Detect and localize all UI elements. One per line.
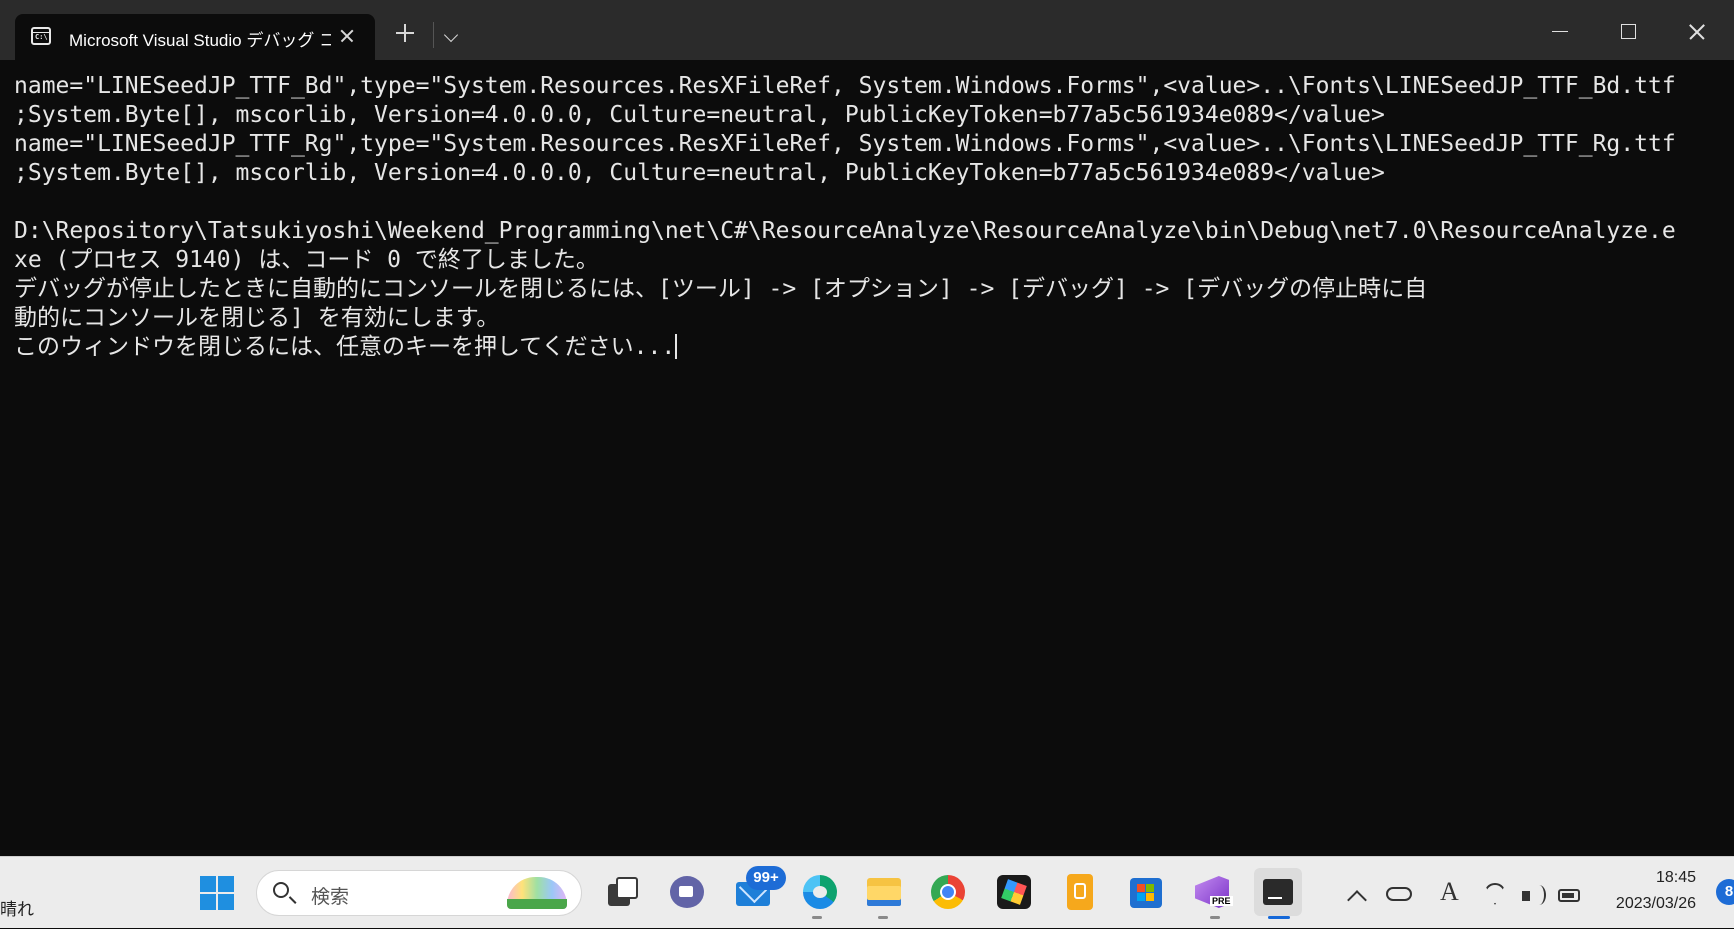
explorer-running-indicator	[878, 916, 888, 919]
tab-close-icon[interactable]	[335, 24, 359, 48]
search-highlight-icon	[507, 877, 567, 909]
search-placeholder: 検索	[311, 887, 350, 908]
search-input[interactable]: 検索	[256, 870, 582, 916]
paint-app-icon[interactable]	[990, 868, 1038, 916]
bookmark-app-icon[interactable]	[1056, 868, 1104, 916]
start-button[interactable]	[192, 868, 240, 916]
text-cursor	[675, 334, 678, 359]
console-output[interactable]: name="LINESeedJP_TTF_Bd",type="System.Re…	[0, 60, 1734, 856]
console-line: name="LINESeedJP_TTF_Rg",type="System.Re…	[14, 131, 1676, 157]
visual-studio-preview-icon[interactable]	[1188, 868, 1236, 916]
clock-date[interactable]: 2023/03/26	[1594, 895, 1696, 913]
terminal-tab[interactable]: C:\ Microsoft Visual Studio デバッグ コンソール	[15, 14, 375, 60]
weather-widget[interactable]: 晴れ	[0, 895, 34, 920]
console-line: デバッグが停止したときに自動的にコンソールを閉じるには、[ツール] -> [オプ…	[14, 276, 1428, 302]
title-bar: C:\ Microsoft Visual Studio デバッグ コンソール	[0, 0, 1734, 60]
edge-running-indicator	[812, 916, 822, 919]
console-line: ;System.Byte[], mscorlib, Version=4.0.0.…	[14, 160, 1385, 186]
console-line: name="LINESeedJP_TTF_Bd",type="System.Re…	[14, 73, 1676, 99]
windows-terminal-icon[interactable]	[1254, 868, 1302, 916]
ime-indicator[interactable]: A	[1440, 877, 1459, 907]
console-line: 動的にコンソールを閉じる] を有効にします。	[14, 305, 500, 331]
console-line: xe (プロセス 9140) は、コード 0 で終了しました。	[14, 247, 599, 273]
taskbar: 晴れ 検索 A 18:45 2023/03/26 8	[0, 856, 1734, 928]
edge-icon[interactable]	[796, 868, 844, 916]
terminal-active-indicator	[1268, 916, 1290, 919]
tab-title: Microsoft Visual Studio デバッグ コンソール	[69, 31, 331, 50]
mail-unread-badge: 99+	[746, 866, 786, 890]
chrome-icon[interactable]	[924, 868, 972, 916]
titlebar-divider	[433, 22, 434, 48]
notification-badge[interactable]: 8	[1716, 879, 1734, 905]
teams-chat-icon[interactable]	[664, 868, 712, 916]
file-explorer-icon[interactable]	[860, 868, 908, 916]
clock-time[interactable]: 18:45	[1610, 869, 1696, 887]
chevron-down-icon[interactable]	[443, 27, 459, 43]
vs-running-indicator	[1210, 916, 1220, 919]
maximize-button[interactable]	[1605, 12, 1651, 52]
console-line: このウィンドウを閉じるには、任意のキーを押してください...	[14, 334, 676, 360]
console-line: D:\Repository\Tatsukiyoshi\Weekend_Progr…	[14, 218, 1676, 244]
new-tab-icon[interactable]	[396, 24, 414, 42]
close-window-button[interactable]	[1674, 12, 1720, 52]
console-icon: C:\	[31, 27, 51, 45]
task-view-icon[interactable]	[598, 868, 646, 916]
console-line: ;System.Byte[], mscorlib, Version=4.0.0.…	[14, 102, 1385, 128]
minimize-button[interactable]	[1536, 12, 1582, 52]
microsoft-store-icon[interactable]	[1122, 868, 1170, 916]
search-icon	[273, 882, 289, 898]
